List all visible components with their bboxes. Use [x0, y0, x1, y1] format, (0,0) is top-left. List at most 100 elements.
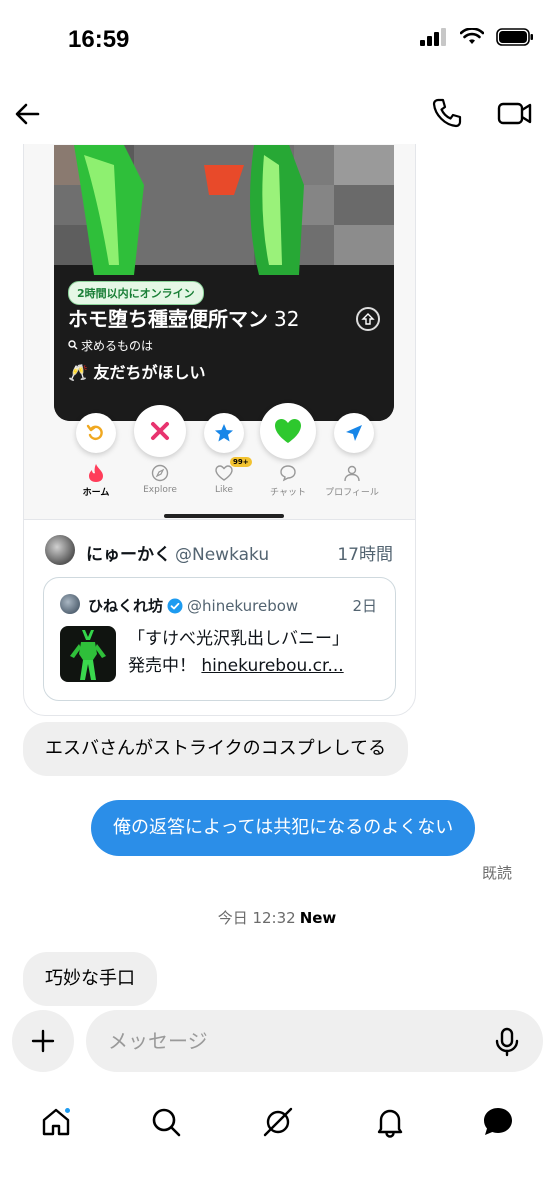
- message-composer[interactable]: [86, 1010, 543, 1072]
- shared-tweet-card[interactable]: 2時間以内にオンライン ホモ堕ち種壺便所マン 32 求めるものは 🥂 友だちがほし…: [23, 120, 416, 716]
- status-bar: 16:59: [0, 0, 554, 84]
- battery-icon: [496, 28, 533, 46]
- quote-text: 「すけべ光沢乳出しバニー」 発売中！ hinekurebou.cr...: [128, 626, 349, 680]
- quote-line-2: 発売中！ hinekurebou.cr...: [128, 653, 349, 680]
- quote-author-name: ひねくれ坊: [88, 597, 164, 615]
- video-camera-icon: [497, 102, 532, 125]
- quote-author-avatar: [60, 594, 80, 614]
- chat-icon: [280, 465, 296, 482]
- nope-button[interactable]: [134, 405, 186, 457]
- cross-icon: [151, 422, 169, 440]
- seeking-label: 求めるものは: [68, 337, 153, 354]
- quote-link[interactable]: hinekurebou.cr...: [201, 656, 343, 676]
- seeking-value: 🥂 友だちがほしい: [68, 359, 206, 383]
- app-tab-chat[interactable]: チャット: [256, 461, 320, 498]
- message-incoming[interactable]: エスバさんがストライクのコスプレしてる: [23, 722, 409, 776]
- toast-icon: 🥂: [68, 363, 88, 382]
- home-notification-dot: [63, 1106, 72, 1115]
- nav-messages[interactable]: [478, 1102, 518, 1142]
- app-tab-label: チャット: [270, 488, 306, 498]
- voice-message-button[interactable]: [493, 1027, 521, 1057]
- quote-thumbnail[interactable]: [60, 626, 116, 682]
- video-call-button[interactable]: [496, 96, 534, 130]
- app-tab-profile[interactable]: プロフィール: [320, 461, 384, 498]
- quote-author-handle: @hinekurebow: [187, 596, 299, 615]
- like-button[interactable]: [260, 403, 316, 459]
- nav-notifications[interactable]: [370, 1102, 410, 1142]
- tweet-author[interactable]: にゅーかく @Newkaku: [86, 540, 269, 565]
- add-attachment-button[interactable]: [12, 1010, 74, 1072]
- back-button[interactable]: [12, 98, 44, 130]
- seeking-value-text: 友だちがほしい: [93, 363, 206, 382]
- app-tab-label: Explore: [143, 485, 177, 495]
- quote-author: ひねくれ坊 @hinekurebow: [88, 595, 298, 616]
- nav-home[interactable]: [36, 1102, 76, 1142]
- bell-icon: [377, 1109, 403, 1138]
- search-icon: [152, 1108, 181, 1137]
- app-tab-like[interactable]: 99+ Like: [192, 457, 256, 495]
- microphone-icon: [495, 1027, 519, 1057]
- status-time: 16:59: [68, 26, 130, 53]
- tweet-author-handle: @Newkaku: [175, 545, 270, 565]
- person-icon: [344, 465, 360, 482]
- phone-icon: [432, 98, 462, 128]
- wifi-icon: [460, 28, 484, 44]
- app-tab-label: Like: [215, 485, 233, 495]
- compass-icon: [151, 464, 169, 482]
- profile-name: ホモ堕ち種壺便所マン 32: [68, 303, 299, 332]
- boost-button[interactable]: [334, 413, 374, 453]
- message-outgoing[interactable]: 俺の返答によっては共犯になるのよくない: [91, 800, 476, 856]
- super-like-button[interactable]: [204, 413, 244, 453]
- flame-icon: [89, 464, 103, 482]
- online-status-badge: 2時間以内にオンライン: [68, 281, 204, 305]
- tweet-author-name: にゅーかく: [86, 545, 171, 565]
- nav-grok[interactable]: [258, 1102, 298, 1142]
- home-indicator: [164, 514, 284, 518]
- bottom-navigation: [0, 1090, 554, 1200]
- timestamp-divider: 今日 12:32 New: [0, 907, 554, 928]
- costume-thumbnail-image: [70, 630, 106, 680]
- profile-photo: 2時間以内にオンライン ホモ堕ち種壺便所マン 32 求めるものは 🥂 友だちがほし…: [54, 145, 394, 421]
- timestamp-label: 今日 12:32: [217, 909, 296, 927]
- quote-line-2-prefix: 発売中！: [128, 656, 196, 676]
- heart-outline-icon: [215, 465, 233, 481]
- quote-line-1: 「すけべ光沢乳出しバニー」: [128, 629, 349, 649]
- rewind-icon: [86, 424, 103, 441]
- profile-name-text: ホモ堕ち種壺便所マン: [68, 307, 268, 331]
- arrow-up-icon: [361, 313, 375, 325]
- profile-expand-button[interactable]: [356, 307, 380, 331]
- app-tab-bar: ホーム Explore 99+ Like チャット プロフィール: [83, 457, 386, 511]
- app-tab-explore[interactable]: Explore: [128, 461, 192, 495]
- new-label: New: [299, 909, 337, 927]
- message-incoming[interactable]: 巧妙な手口: [23, 952, 157, 1006]
- app-tab-label: プロフィール: [325, 488, 379, 498]
- cellular-signal-icon: [420, 28, 446, 46]
- send-icon: [346, 425, 362, 441]
- like-count-badge: 99+: [230, 457, 252, 467]
- profile-age: 32: [274, 307, 300, 331]
- heart-icon: [275, 419, 301, 443]
- quote-time: 2日: [352, 597, 377, 615]
- nav-search[interactable]: [146, 1102, 186, 1142]
- read-receipt: 既読: [481, 864, 512, 882]
- rewind-button[interactable]: [76, 413, 116, 453]
- app-tab-home[interactable]: ホーム: [64, 461, 128, 498]
- card-divider: [24, 519, 415, 520]
- star-icon: [215, 424, 233, 442]
- messages-icon: [484, 1108, 512, 1135]
- verified-badge-icon: [167, 598, 183, 613]
- tweet-author-avatar[interactable]: [45, 535, 75, 565]
- search-icon: [68, 340, 78, 350]
- tweet-time: 17時間: [337, 545, 393, 565]
- arrow-left-icon: [15, 103, 40, 125]
- seeking-label-text: 求めるものは: [81, 339, 154, 353]
- attached-screenshot[interactable]: 2時間以内にオンライン ホモ堕ち種壺便所マン 32 求めるものは 🥂 友だちがほし…: [24, 121, 415, 519]
- chat-header: [0, 84, 554, 144]
- swipe-action-row: [76, 401, 376, 461]
- app-tab-label: ホーム: [82, 488, 110, 498]
- quoted-tweet[interactable]: ひねくれ坊 @hinekurebow 2日 「すけべ光沢乳出しバニー」 発売中！…: [43, 577, 396, 701]
- voice-call-button[interactable]: [430, 96, 464, 130]
- message-input[interactable]: [108, 1010, 488, 1072]
- plus-icon: [31, 1029, 55, 1053]
- status-icons: [420, 28, 534, 46]
